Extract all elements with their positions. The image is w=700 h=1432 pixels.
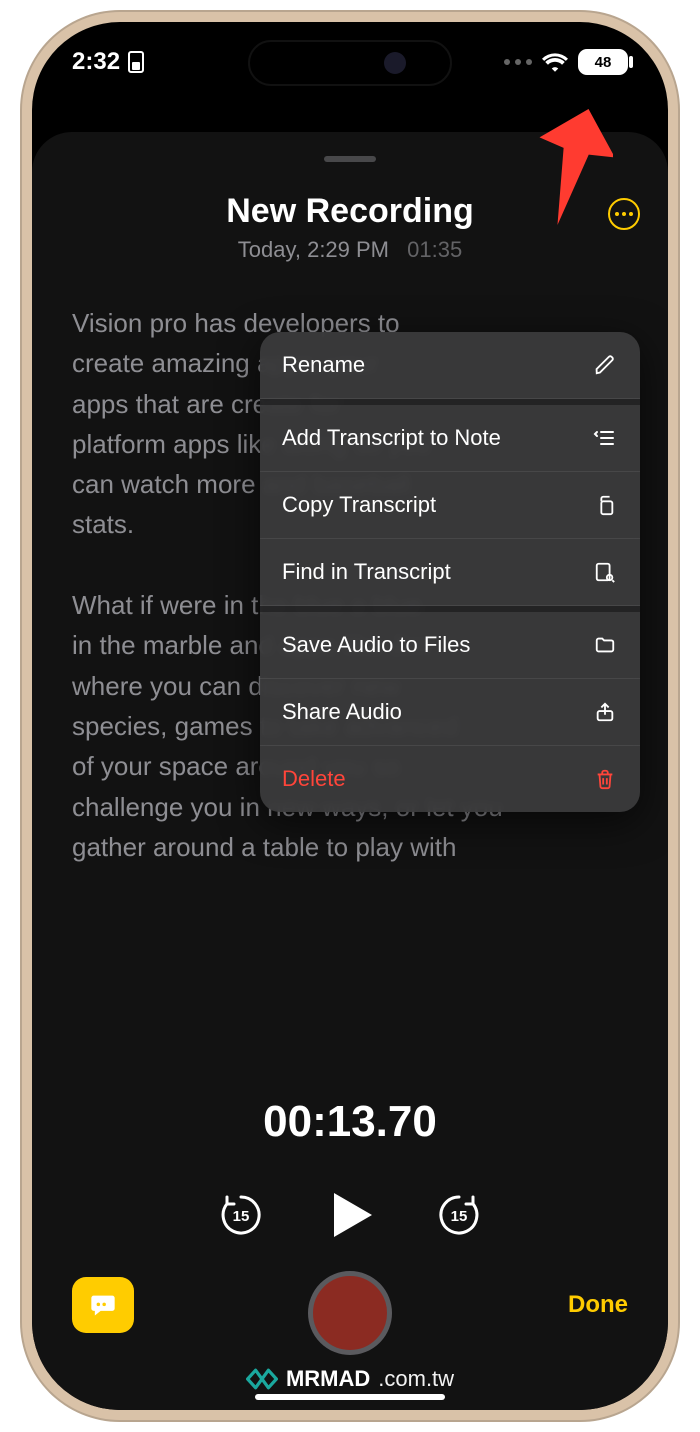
recording-sheet: New Recording Today, 2:29 PM 01:35 Visio… [32, 132, 668, 1410]
menu-share-audio[interactable]: Share Audio [260, 679, 640, 746]
note-add-icon [592, 425, 618, 451]
skip-forward-15-button[interactable]: 15 [435, 1191, 483, 1239]
transcript-chat-button[interactable] [72, 1277, 134, 1333]
menu-copy-transcript[interactable]: Copy Transcript [260, 472, 640, 539]
watermark-logo-icon [246, 1368, 278, 1390]
playback-controls: 00:13.70 15 15 [32, 1097, 668, 1245]
options-menu: Rename Add Transcript to Note Copy Trans… [260, 332, 640, 812]
trash-icon [592, 766, 618, 792]
menu-find-in-transcript[interactable]: Find in Transcript [260, 539, 640, 606]
menu-save-audio[interactable]: Save Audio to Files [260, 606, 640, 679]
dynamic-island [250, 42, 450, 84]
menu-label: Add Transcript to Note [282, 425, 501, 451]
menu-label: Delete [282, 766, 346, 792]
recording-header: New Recording Today, 2:29 PM 01:35 [32, 192, 668, 263]
menu-delete[interactable]: Delete [260, 746, 640, 812]
playback-timecode: 00:13.70 [32, 1097, 668, 1147]
svg-text:15: 15 [233, 1208, 250, 1225]
recording-duration: 01:35 [407, 237, 462, 262]
menu-rename[interactable]: Rename [260, 332, 640, 399]
sheet-grabber[interactable] [324, 156, 376, 162]
menu-label: Share Audio [282, 699, 402, 725]
record-button[interactable] [308, 1271, 392, 1355]
recording-date: Today, 2:29 PM [238, 237, 389, 262]
status-more-icon [504, 59, 532, 65]
menu-label: Rename [282, 352, 365, 378]
bottom-toolbar: Done [32, 1255, 668, 1355]
wifi-icon [542, 52, 568, 72]
skip-back-15-button[interactable]: 15 [217, 1191, 265, 1239]
menu-label: Copy Transcript [282, 492, 436, 518]
battery-indicator: 48 [578, 49, 628, 75]
menu-add-to-note[interactable]: Add Transcript to Note [260, 399, 640, 472]
phone-screen: 2:32 48 New Recording To [32, 22, 668, 1410]
sim-card-icon [128, 51, 144, 73]
copy-icon [592, 492, 618, 518]
phone-frame: 2:32 48 New Recording To [20, 10, 680, 1422]
done-button[interactable]: Done [568, 1291, 628, 1319]
pencil-icon [592, 352, 618, 378]
find-icon [592, 559, 618, 585]
menu-label: Find in Transcript [282, 559, 451, 585]
play-button[interactable] [320, 1185, 380, 1245]
watermark-brand: MRMAD [286, 1366, 370, 1392]
more-options-button[interactable] [608, 198, 640, 230]
watermark: MRMAD .com.tw [32, 1366, 668, 1392]
watermark-domain: .com.tw [378, 1366, 454, 1392]
status-time: 2:32 [72, 48, 120, 76]
folder-icon [592, 632, 618, 658]
home-indicator[interactable] [255, 1394, 445, 1400]
recording-title: New Recording [72, 192, 628, 231]
share-icon [592, 699, 618, 725]
menu-label: Save Audio to Files [282, 632, 470, 658]
svg-text:15: 15 [451, 1208, 468, 1225]
recording-subtitle: Today, 2:29 PM 01:35 [72, 237, 628, 263]
